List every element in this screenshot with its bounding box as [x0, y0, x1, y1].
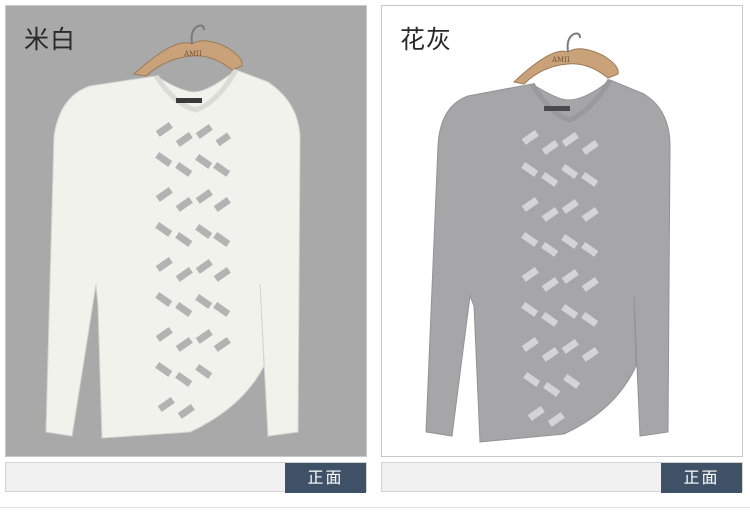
product-image-offwhite: AMII 米白: [5, 5, 367, 457]
caption-bar-offwhite: 正面: [5, 462, 367, 493]
product-image-heather-grey: AMII 花灰: [381, 5, 743, 457]
sweater-grey-image: AMII: [425, 32, 671, 443]
neck-label: [176, 98, 202, 103]
color-name-label: 花灰: [400, 25, 453, 54]
hanger-brand: AMII: [183, 50, 202, 58]
front-view-button[interactable]: 正面: [285, 463, 366, 493]
neck-label: [544, 106, 570, 111]
hanger-brand: AMII: [551, 56, 570, 64]
section-divider: [0, 507, 750, 508]
sweater-offwhite-image: AMII: [45, 24, 301, 439]
front-view-button[interactable]: 正面: [661, 463, 742, 493]
color-name-label: 米白: [24, 25, 77, 54]
caption-bar-heather-grey: 正面: [381, 462, 743, 493]
